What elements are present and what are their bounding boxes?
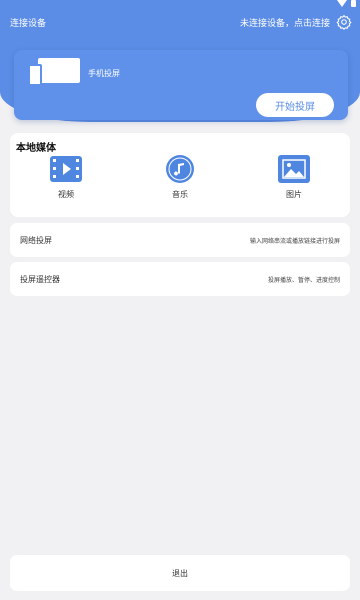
remote-control-description: 投屏播放、暂停、进度控制 xyxy=(267,276,340,284)
gear-icon[interactable] xyxy=(336,14,352,30)
media-label-video: 视频 xyxy=(58,190,74,199)
network-cast-description: 输入网络串流或播放链接进行投屏 xyxy=(249,237,340,245)
media-label-image: 图片 xyxy=(286,190,302,199)
local-media-title: 本地媒体 xyxy=(16,143,56,154)
phone-shape xyxy=(28,64,42,86)
remote-control-title: 投屏遥控器 xyxy=(20,274,60,284)
media-item-music[interactable]: 音乐 xyxy=(150,155,210,211)
status-icons xyxy=(337,0,356,7)
video-icon[interactable] xyxy=(50,155,82,183)
remote-control-row[interactable]: 投屏遥控器 投屏播放、暂停、进度控制 xyxy=(10,262,350,296)
devices-icon xyxy=(28,58,80,88)
media-label-music: 音乐 xyxy=(172,190,188,199)
start-cast-button[interactable]: 开始投屏 xyxy=(256,93,334,117)
local-media-card: 本地媒体 视频 音乐 图片 xyxy=(10,133,350,217)
exit-label: 退出 xyxy=(172,568,188,578)
phone-cast-card: 手机投屏 开始投屏 xyxy=(14,50,348,120)
connection-status-text[interactable]: 未连接设备，点击连接 xyxy=(240,16,330,29)
network-cast-row[interactable]: 网络投屏 输入网络串流或播放链接进行投屏 xyxy=(10,223,350,257)
connection-status[interactable]: 未连接设备，点击连接 xyxy=(240,14,352,30)
media-item-video[interactable]: 视频 xyxy=(36,155,96,211)
phone-cast-label: 手机投屏 xyxy=(88,69,120,78)
image-icon[interactable] xyxy=(278,155,310,183)
exit-button[interactable]: 退出 xyxy=(10,555,350,591)
status-bar xyxy=(0,0,360,8)
network-cast-title: 网络投屏 xyxy=(20,235,52,245)
music-icon[interactable] xyxy=(164,155,196,183)
connect-device-label[interactable]: 连接设备 xyxy=(10,16,46,29)
top-bar: 连接设备 未连接设备，点击连接 xyxy=(10,14,352,30)
tv-shape xyxy=(38,58,80,83)
media-item-image[interactable]: 图片 xyxy=(264,155,324,211)
battery-icon xyxy=(351,0,356,7)
wifi-icon xyxy=(337,0,347,7)
